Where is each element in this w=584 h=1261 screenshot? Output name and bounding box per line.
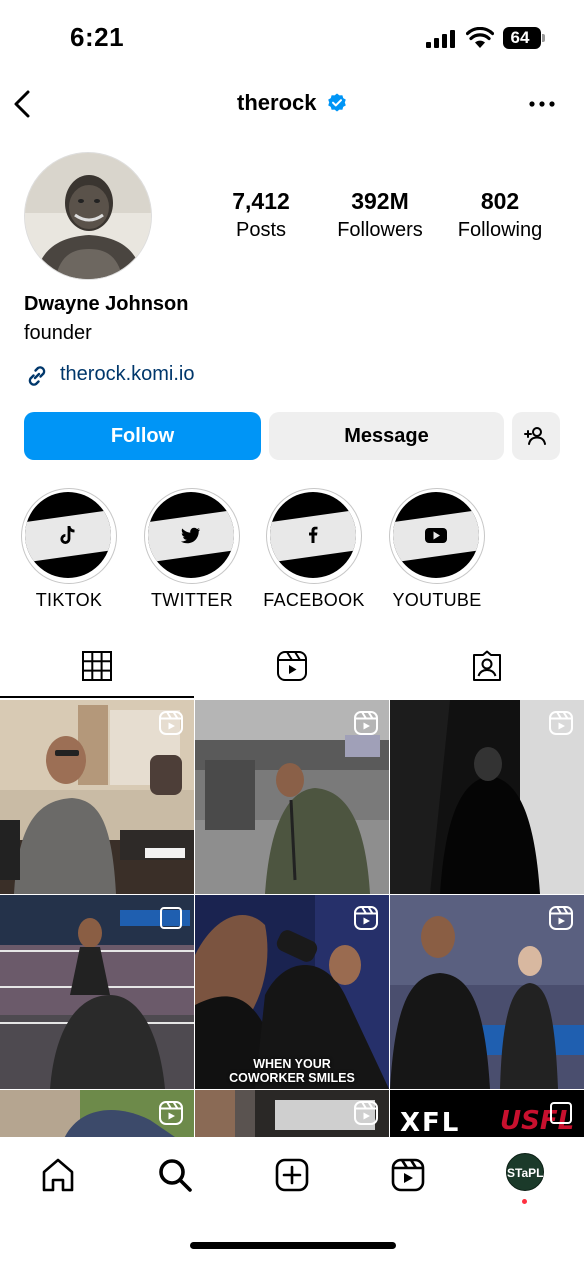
- post-thumbnail[interactable]: [0, 700, 194, 894]
- posts-grid: WHEN YOUR COWORKER SMILES XFL USFL: [0, 700, 584, 1137]
- more-options-icon[interactable]: [524, 90, 560, 118]
- search-icon[interactable]: [155, 1155, 195, 1195]
- post-caption: WHEN YOUR COWORKER SMILES: [229, 1057, 355, 1085]
- youtube-icon: [425, 528, 447, 543]
- tab-tagged[interactable]: [390, 640, 584, 698]
- tab-posts-grid[interactable]: [0, 640, 194, 698]
- home-indicator: [190, 1242, 396, 1249]
- followers-stat[interactable]: 392M Followers: [330, 186, 430, 244]
- battery-icon: 64: [503, 27, 545, 49]
- following-count: 802: [480, 188, 520, 214]
- following-label: Following: [457, 219, 543, 241]
- posts-label: Posts: [235, 219, 287, 241]
- highlight-label: TIKTOK: [35, 590, 103, 610]
- grid-icon: [82, 651, 112, 681]
- profile-header: therock: [0, 76, 584, 132]
- profile-tabs: [0, 640, 584, 698]
- post-thumbnail[interactable]: [0, 1090, 194, 1137]
- wifi-icon: [466, 27, 494, 48]
- reels-icon: [277, 651, 307, 681]
- bio-link-text[interactable]: therock.komi.io: [60, 363, 195, 386]
- following-stat[interactable]: 802 Following: [450, 186, 550, 244]
- tagged-icon: [473, 650, 501, 681]
- post-thumbnail[interactable]: [195, 1090, 389, 1137]
- followers-count: 392M: [351, 188, 409, 214]
- suggested-users-button[interactable]: [512, 412, 560, 460]
- avatar-photo: [25, 153, 151, 279]
- post-thumbnail[interactable]: [195, 700, 389, 894]
- multiple-posts-icon: [160, 907, 182, 929]
- link-icon: [28, 366, 46, 386]
- highlight-label: FACEBOOK: [263, 590, 365, 610]
- highlight-label: YOUTUBE: [392, 590, 482, 610]
- followers-label: Followers: [337, 219, 423, 241]
- tab-reels[interactable]: [195, 640, 389, 698]
- reels-nav-icon[interactable]: [388, 1155, 428, 1195]
- post-thumbnail[interactable]: [390, 700, 584, 894]
- multiple-posts-icon: [550, 1102, 572, 1124]
- highlight-label: TWITTER: [150, 590, 234, 610]
- battery-level: 64: [510, 28, 530, 47]
- reel-indicator-icon: [549, 711, 573, 735]
- status-time: 6:21: [70, 22, 125, 52]
- verified-badge-icon: [328, 93, 346, 112]
- profile-nav-avatar[interactable]: STaPL: [506, 1153, 544, 1191]
- notification-dot: [522, 1199, 527, 1204]
- posts-count: 7,412: [232, 188, 290, 214]
- message-button[interactable]: Message: [269, 412, 504, 460]
- post-thumbnail[interactable]: XFL USFL: [390, 1090, 584, 1137]
- post-thumbnail[interactable]: [0, 895, 194, 1089]
- cellular-signal-icon: [426, 30, 455, 48]
- create-post-icon[interactable]: [272, 1155, 312, 1195]
- follow-button[interactable]: Follow: [24, 412, 261, 460]
- reel-indicator-icon: [159, 1101, 183, 1125]
- reel-indicator-icon: [549, 906, 573, 930]
- posts-stat[interactable]: 7,412 Posts: [218, 186, 304, 244]
- bottom-navigation: STaPL: [0, 1137, 584, 1261]
- username-title: therock: [0, 90, 584, 116]
- full-name: Dwayne Johnson: [24, 293, 189, 315]
- bio-text: founder: [24, 322, 92, 344]
- facebook-icon: [309, 526, 318, 543]
- add-person-icon: [524, 427, 546, 445]
- post-thumbnail[interactable]: WHEN YOUR COWORKER SMILES: [195, 895, 389, 1089]
- username: therock: [237, 90, 317, 115]
- reel-indicator-icon: [159, 711, 183, 735]
- status-bar: 6:21 64: [0, 0, 584, 76]
- tiktok-icon: [60, 526, 75, 544]
- post-thumbnail[interactable]: [390, 895, 584, 1089]
- xfl-logo-text: XFL: [400, 1108, 461, 1137]
- twitter-icon: [180, 527, 200, 544]
- reel-indicator-icon: [354, 1101, 378, 1125]
- home-icon[interactable]: [38, 1155, 78, 1195]
- profile-avatar[interactable]: [24, 152, 152, 280]
- reel-indicator-icon: [354, 711, 378, 735]
- reel-indicator-icon: [354, 906, 378, 930]
